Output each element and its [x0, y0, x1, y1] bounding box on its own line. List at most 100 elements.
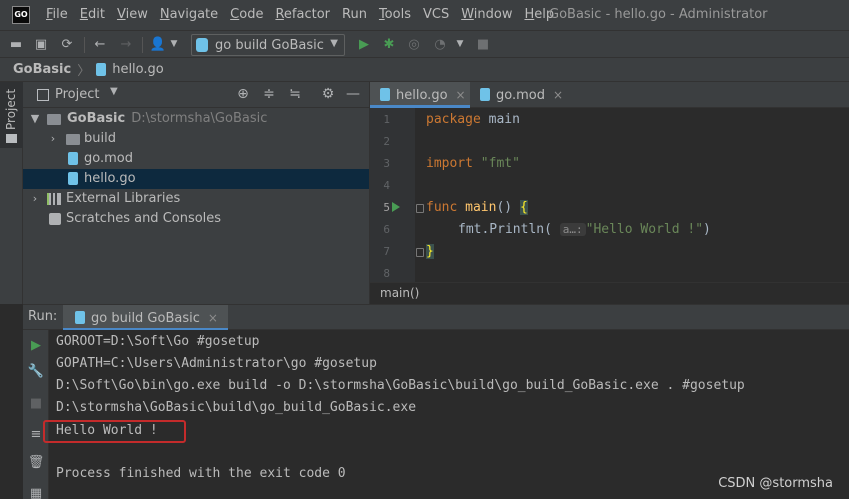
code-line-5: func main() {	[426, 200, 528, 215]
menu-navigate[interactable]: Navigate	[154, 0, 224, 30]
tree-item-external-libraries[interactable]: › External Libraries	[23, 189, 369, 209]
app-logo-icon: GO	[12, 6, 30, 24]
editor-tab-bar: hello.go × go.mod ×	[369, 82, 849, 108]
code-line-7: }	[426, 244, 434, 259]
user-icon[interactable]: 👤	[150, 36, 166, 52]
line-number: 7	[383, 245, 390, 258]
parameter-hint: a…:	[559, 223, 586, 236]
scratches-icon	[49, 213, 61, 225]
tree-label-scratches: Scratches and Consoles	[66, 211, 222, 226]
tree-label-root: GoBasic	[67, 111, 126, 126]
tab-go-mod[interactable]: go.mod ×	[470, 82, 566, 108]
stop-icon[interactable]: ■	[475, 36, 491, 52]
line-number: 6	[383, 223, 390, 236]
coverage-icon[interactable]: ◎	[406, 36, 422, 52]
run-gutter-icon[interactable]	[392, 202, 400, 212]
console-line: GOROOT=D:\Soft\Go #gosetup	[56, 334, 260, 349]
console-line: D:\Soft\Go\bin\go.exe build -o D:\storms…	[56, 378, 745, 393]
fold-icon[interactable]	[416, 248, 424, 257]
line-number: 1	[383, 113, 390, 126]
project-view-icon	[37, 89, 49, 101]
code-line-1: package main	[426, 112, 520, 127]
menu-bar: GO File Edit View Navigate Code Refactor…	[0, 0, 849, 30]
close-icon[interactable]: ×	[208, 311, 218, 325]
minimize-icon[interactable]: —	[345, 86, 361, 102]
chevron-down-icon[interactable]: ▼	[29, 109, 41, 129]
chevron-down-icon[interactable]: ▼	[110, 86, 118, 97]
wrench-icon[interactable]: 🔧	[28, 364, 44, 379]
gear-icon[interactable]: ⚙	[320, 86, 336, 102]
menu-window[interactable]: Window	[455, 0, 518, 30]
project-tree: ▼ GoBasic D:\stormsha\GoBasic › build go.…	[23, 108, 369, 304]
run-tab-go-build[interactable]: go build GoBasic ×	[63, 305, 228, 331]
navigation-bar: GoBasic 〉 hello.go	[0, 58, 849, 82]
more-run-dropdown-icon[interactable]: ▼	[452, 36, 468, 52]
run-configuration-selector[interactable]: go build GoBasic ▼	[191, 34, 345, 56]
menu-vcs[interactable]: VCS	[417, 0, 455, 30]
menu-file[interactable]: File	[40, 0, 74, 30]
run-panel-header: Run: go build GoBasic ×	[23, 304, 849, 331]
forward-arrow-icon[interactable]: →	[118, 36, 134, 52]
toolbar-separator	[84, 37, 85, 53]
back-arrow-icon[interactable]: ←	[92, 36, 108, 52]
menu-run[interactable]: Run	[336, 0, 373, 30]
chevron-right-icon[interactable]: ›	[29, 189, 41, 209]
close-icon[interactable]: ×	[456, 88, 466, 102]
go-mod-file-icon	[68, 152, 78, 165]
run-tab-label: go build GoBasic	[91, 311, 200, 326]
tree-item-scratches[interactable]: Scratches and Consoles	[23, 209, 369, 229]
editor-breadcrumb[interactable]: main()	[369, 282, 849, 304]
save-all-icon[interactable]: ▣	[33, 36, 49, 52]
tree-label-external-libraries: External Libraries	[66, 191, 181, 206]
open-folder-icon[interactable]: ▬	[8, 36, 24, 52]
tree-label-go-mod: go.mod	[84, 151, 133, 166]
tree-item-go-mod[interactable]: go.mod	[23, 149, 369, 169]
chevron-right-icon[interactable]: ›	[47, 129, 59, 149]
menu-tools[interactable]: Tools	[373, 0, 417, 30]
console-line-exit: Process finished with the exit code 0	[56, 466, 346, 481]
tab-label: hello.go	[396, 88, 448, 103]
menu-refactor[interactable]: Refactor	[269, 0, 336, 30]
left-tool-stripe: Project	[0, 82, 23, 304]
menu-edit[interactable]: Edit	[74, 0, 111, 30]
project-stripe-label: Project	[4, 88, 18, 130]
menu-code[interactable]: Code	[224, 0, 269, 30]
line-number: 8	[383, 267, 390, 280]
run-console[interactable]: GOROOT=D:\Soft\Go #gosetup GOPATH=C:\Use…	[43, 330, 849, 499]
expand-all-icon[interactable]: ≑	[261, 86, 277, 102]
breadcrumb-project[interactable]: GoBasic	[13, 62, 71, 77]
watermark: CSDN @stormsha	[718, 476, 833, 491]
tree-item-build[interactable]: › build	[23, 129, 369, 149]
fold-icon[interactable]	[416, 204, 424, 213]
breadcrumb-file[interactable]: hello.go	[112, 62, 164, 77]
locate-icon[interactable]: ⊕	[235, 86, 251, 102]
tree-item-gobasic[interactable]: ▼ GoBasic D:\stormsha\GoBasic	[23, 109, 369, 129]
highlight-box	[43, 420, 186, 443]
go-mod-file-icon	[480, 88, 490, 101]
run-icon[interactable]: ▶	[356, 36, 372, 52]
rerun-icon[interactable]: ▶	[29, 338, 43, 353]
code-editor[interactable]: package main import "fmt" func main() { …	[415, 108, 849, 282]
main-toolbar: ▬ ▣ ⟳ ← → 👤 ▼ go build GoBasic ▼ ▶ ✱ ◎ ◔…	[0, 30, 849, 58]
debug-icon[interactable]: ✱	[381, 36, 397, 52]
sync-icon[interactable]: ⟳	[59, 36, 75, 52]
console-line: D:\stormsha\GoBasic\build\go_build_GoBas…	[56, 400, 417, 415]
go-file-icon	[380, 88, 390, 101]
go-file-icon	[96, 63, 107, 76]
code-line-3: import "fmt"	[426, 156, 520, 171]
soft-wrap-icon[interactable]: ≡	[29, 427, 43, 442]
close-icon[interactable]: ×	[553, 88, 563, 102]
tree-item-hello-go[interactable]: hello.go	[23, 169, 369, 189]
project-tool-window-button[interactable]: Project	[0, 82, 23, 148]
breadcrumb-separator-icon: 〉	[77, 64, 91, 79]
user-dropdown-icon[interactable]: ▼	[166, 36, 182, 52]
menu-view[interactable]: View	[111, 0, 154, 30]
layout-icon[interactable]: ▦	[29, 486, 43, 499]
stop-icon[interactable]: ■	[29, 396, 43, 411]
project-panel-title[interactable]: Project	[55, 87, 99, 102]
tab-hello-go[interactable]: hello.go ×	[370, 82, 470, 108]
collapse-all-icon[interactable]: ≒	[287, 86, 303, 102]
trash-icon[interactable]: 🗑	[28, 455, 45, 470]
profile-icon[interactable]: ◔	[432, 36, 448, 52]
toolbar-separator	[142, 37, 143, 53]
